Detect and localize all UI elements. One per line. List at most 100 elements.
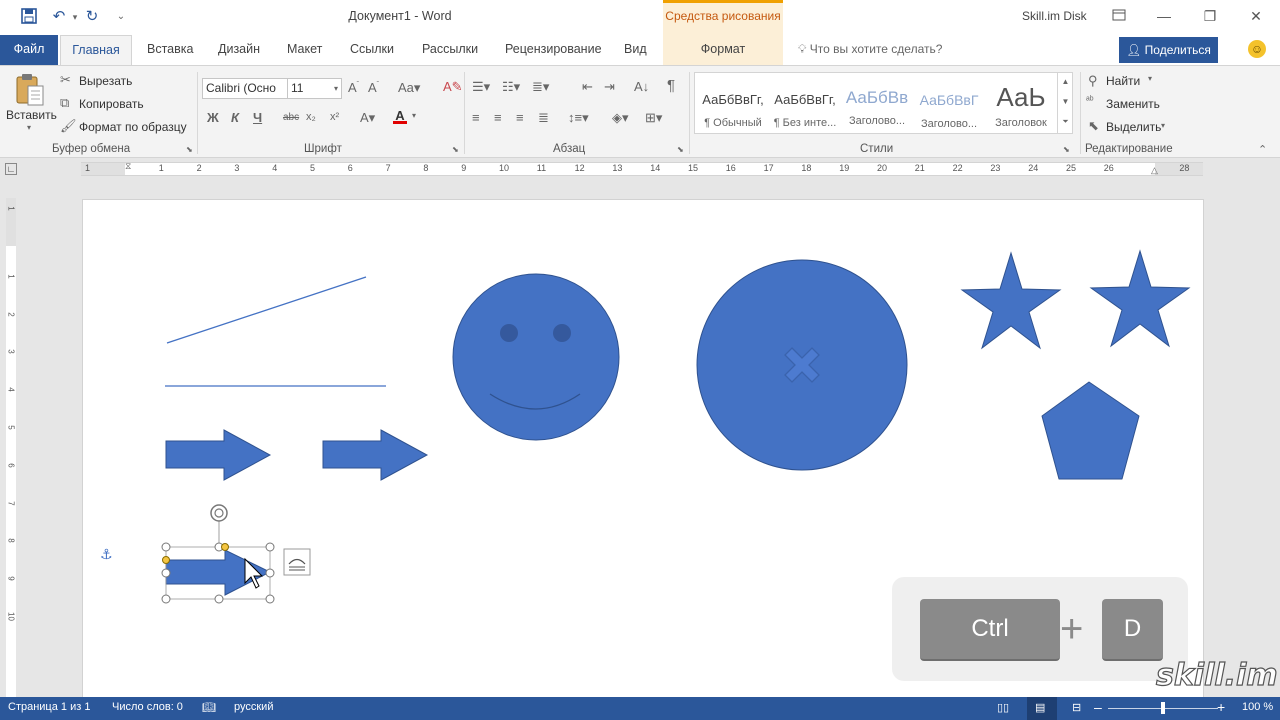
- underline-icon[interactable]: Ч: [253, 110, 262, 125]
- shading-icon[interactable]: ◈▾: [612, 110, 629, 126]
- page-count[interactable]: Страница 1 из 1: [8, 701, 90, 713]
- selected-arrow-shape[interactable]: [161, 521, 275, 604]
- tab-format[interactable]: Формат: [663, 35, 783, 65]
- account-name[interactable]: Skill.im Disk: [1022, 9, 1087, 23]
- styles-launcher-icon[interactable]: ⬊: [1063, 145, 1070, 154]
- pentagon-shape[interactable]: [1041, 381, 1140, 480]
- multilevel-list-icon[interactable]: ≣▾: [532, 79, 549, 95]
- restore-icon[interactable]: ❐: [1199, 6, 1221, 26]
- horizontal-ruler[interactable]: 1 1 2 3 4 5 6 7 8 9 10 11 12 13 14 15 16 17 18 19 20 21 22 23 24…: [81, 161, 1203, 176]
- increase-indent-icon[interactable]: ⇥: [604, 79, 615, 95]
- italic-icon[interactable]: К: [231, 110, 239, 125]
- superscript-icon[interactable]: x²: [330, 111, 339, 123]
- arrow-shape-copy[interactable]: [322, 429, 429, 481]
- paste-dropdown-icon[interactable]: ▾: [27, 123, 31, 132]
- borders-icon[interactable]: ⊞▾: [645, 110, 662, 126]
- find-button[interactable]: Найти: [1106, 74, 1140, 88]
- tab-view[interactable]: Вид: [624, 35, 647, 65]
- zoom-in-icon[interactable]: +: [1217, 699, 1225, 715]
- read-mode-icon[interactable]: ▯▯: [997, 701, 1009, 714]
- find-dropdown-icon[interactable]: ▾: [1148, 74, 1152, 83]
- anchor-icon[interactable]: ⚓: [100, 547, 113, 563]
- ruler-number: 15: [688, 163, 699, 173]
- close-icon[interactable]: ✕: [1245, 6, 1267, 26]
- tab-layout[interactable]: Макет: [287, 35, 322, 65]
- layout-options-icon[interactable]: [283, 548, 311, 576]
- style-heading-2[interactable]: АаБбВвГ Заголово...: [913, 80, 985, 138]
- tab-home[interactable]: Главная: [60, 35, 132, 66]
- shrink-font-icon[interactable]: Aˇ: [368, 80, 379, 95]
- zoom-level[interactable]: 100 %: [1242, 701, 1273, 713]
- smiley-face-shape[interactable]: [452, 273, 620, 441]
- circle-shape[interactable]: [696, 259, 908, 471]
- language-indicator[interactable]: русский: [234, 701, 273, 713]
- style-heading-1[interactable]: АаБбВв Заголово...: [841, 80, 913, 138]
- show-formatting-marks-icon[interactable]: ¶: [667, 77, 675, 94]
- format-painter-button[interactable]: Формат по образцу: [79, 120, 187, 134]
- copy-button[interactable]: Копировать: [79, 97, 144, 111]
- web-layout-icon[interactable]: ⊟: [1072, 701, 1081, 714]
- star-shape-2[interactable]: [1089, 249, 1191, 348]
- indent-marker-icon[interactable]: ⧖: [125, 161, 131, 172]
- zoom-slider-thumb[interactable]: [1161, 702, 1165, 714]
- subscript-icon[interactable]: x₂: [306, 111, 316, 123]
- change-case-icon[interactable]: Aa▾: [398, 80, 420, 96]
- feedback-smiley-icon[interactable]: ☺: [1248, 40, 1266, 58]
- align-right-icon[interactable]: ≡: [516, 110, 524, 125]
- word-count[interactable]: Число слов: 0: [112, 701, 183, 713]
- cut-button[interactable]: Вырезать: [79, 74, 132, 88]
- align-left-icon[interactable]: ≡: [472, 110, 480, 125]
- text-effects-icon[interactable]: A▾: [360, 110, 375, 126]
- styles-scroll[interactable]: ▲ ▼ ⏷: [1057, 72, 1073, 134]
- paragraph-launcher-icon[interactable]: ⬊: [677, 145, 684, 154]
- paste-icon[interactable]: [14, 72, 46, 108]
- select-dropdown-icon[interactable]: ▾: [1161, 121, 1165, 130]
- tell-me-box[interactable]: 💡︎ Что вы хотите сделать?: [798, 42, 942, 57]
- style-no-spacing[interactable]: АаБбВвГг, ¶ Без инте...: [769, 80, 841, 138]
- style-normal[interactable]: АаБбВвГг, ¶ Обычный: [697, 80, 769, 138]
- strikethrough-icon[interactable]: abc: [283, 112, 299, 123]
- font-name-combo[interactable]: Calibri (Осно: [202, 78, 288, 99]
- replace-button[interactable]: Заменить: [1106, 97, 1160, 111]
- star-shape[interactable]: [960, 251, 1062, 350]
- tab-insert[interactable]: Вставка: [147, 35, 193, 65]
- tab-review[interactable]: Рецензирование: [505, 35, 602, 65]
- tab-selector-icon[interactable]: ∟: [5, 163, 17, 175]
- collapse-ribbon-icon[interactable]: ⌃: [1258, 143, 1267, 156]
- align-center-icon[interactable]: ≡: [494, 110, 502, 125]
- right-indent-marker-icon[interactable]: △: [1151, 165, 1158, 176]
- diagonal-line-shape[interactable]: [166, 276, 367, 344]
- vertical-ruler[interactable]: 1 1 2 3 4 5 6 7 8 9 10: [6, 198, 16, 698]
- tab-design[interactable]: Дизайн: [218, 35, 260, 65]
- bullets-icon[interactable]: ☰▾: [472, 79, 490, 95]
- print-layout-button[interactable]: ▤: [1027, 697, 1057, 720]
- line-spacing-icon[interactable]: ↕≡▾: [568, 110, 589, 126]
- rotate-handle-icon[interactable]: [210, 504, 228, 522]
- arrow-shape[interactable]: [165, 429, 272, 481]
- clear-formatting-icon[interactable]: A✎: [443, 79, 463, 95]
- tab-mailings[interactable]: Рассылки: [422, 35, 478, 65]
- justify-icon[interactable]: ≣: [538, 110, 549, 126]
- font-size-combo[interactable]: 11 ▾: [287, 78, 342, 99]
- font-size-dropdown-icon[interactable]: ▾: [334, 79, 338, 98]
- decrease-indent-icon[interactable]: ⇤: [582, 79, 593, 95]
- sort-icon[interactable]: A↓: [634, 79, 649, 94]
- clipboard-launcher-icon[interactable]: ⬊: [186, 145, 193, 154]
- grow-font-icon[interactable]: Aˆ: [348, 80, 359, 95]
- zoom-out-icon[interactable]: –: [1094, 699, 1102, 715]
- minimize-icon[interactable]: —: [1153, 6, 1175, 26]
- tab-references[interactable]: Ссылки: [350, 35, 394, 65]
- font-launcher-icon[interactable]: ⬊: [452, 145, 459, 154]
- tab-file[interactable]: Файл: [0, 35, 58, 65]
- ruler-number: 2: [196, 163, 202, 173]
- numbering-icon[interactable]: ☷▾: [502, 79, 520, 95]
- share-button[interactable]: 👤︎ Поделиться: [1119, 37, 1218, 63]
- paste-button[interactable]: Вставить: [6, 108, 57, 122]
- bold-icon[interactable]: Ж: [207, 110, 219, 125]
- font-color-icon[interactable]: A: [393, 108, 407, 124]
- select-button[interactable]: Выделить: [1106, 120, 1161, 134]
- font-color-dropdown-icon[interactable]: ▾: [412, 111, 416, 120]
- proofing-icon[interactable]: 📖︎: [202, 701, 216, 714]
- ribbon-display-options-icon[interactable]: [1108, 6, 1130, 26]
- style-title[interactable]: АаЬ Заголовок: [985, 80, 1057, 138]
